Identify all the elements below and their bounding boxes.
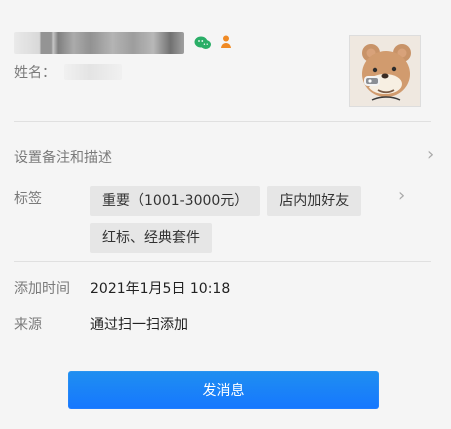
tag-item[interactable]: 红标、经典套件	[90, 223, 212, 253]
chevron-right-icon: ›	[398, 185, 406, 206]
tag-item[interactable]: 店内加好友	[267, 186, 362, 216]
chevron-right-icon: ›	[427, 144, 435, 165]
person-icon	[221, 35, 231, 48]
tag-list: 重要（1001-3000元） 店内加好友 红标、经典套件	[90, 186, 410, 253]
source-label: 来源	[14, 317, 42, 333]
tag-item[interactable]: 重要（1001-3000元）	[90, 186, 261, 216]
contact-profile-card: 姓名： 设置备注和描述 › 标签 重要（1001-3000元） 店内加好友 红标…	[0, 0, 451, 429]
add-time-label: 添加时间	[14, 281, 70, 297]
masked-display-name	[14, 32, 184, 54]
masked-real-name	[64, 64, 122, 80]
profile-header: 姓名：	[14, 18, 437, 107]
remark-description-row[interactable]: 设置备注和描述 ›	[14, 146, 437, 168]
avatar[interactable]	[349, 35, 421, 107]
source-value: 通过扫一扫添加	[90, 317, 188, 333]
real-name-row: 姓名：	[14, 62, 122, 82]
tags-label: 标签	[14, 191, 42, 207]
send-message-button[interactable]: 发消息	[68, 371, 379, 409]
tags-chevron-button[interactable]: ›	[398, 186, 418, 205]
remark-description-label: 设置备注和描述	[14, 150, 112, 166]
wechat-icon	[194, 36, 211, 49]
add-time-value: 2021年1月5日 10:18	[90, 281, 231, 297]
real-name-label: 姓名：	[14, 65, 56, 81]
section-divider-middle	[14, 261, 431, 262]
profile-name-block: 姓名：	[14, 18, 234, 98]
bear-eating-avatar	[350, 36, 420, 106]
section-divider-top	[14, 121, 431, 122]
